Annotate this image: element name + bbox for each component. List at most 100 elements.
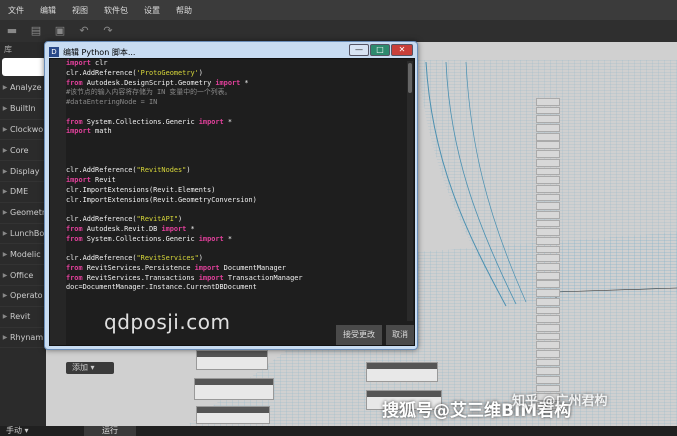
input-node[interactable] (536, 210, 560, 219)
library-category-label: BuiltIn (10, 104, 36, 114)
menu-item[interactable]: 编辑 (40, 5, 56, 16)
menu-item[interactable]: 设置 (144, 5, 160, 16)
library-category-label: Modelic (10, 249, 41, 259)
input-node[interactable] (536, 289, 560, 297)
code-line: 12clr.AddReference("RevitNodes") (66, 166, 404, 176)
maximize-button[interactable]: □ (370, 44, 390, 56)
accept-changes-button[interactable]: 接受更改 (336, 325, 382, 345)
save-icon[interactable]: ▣ (54, 25, 66, 37)
cancel-button[interactable]: 取消 (386, 325, 414, 345)
input-node[interactable] (536, 332, 560, 341)
input-node[interactable] (536, 358, 560, 367)
menu-item[interactable]: 帮助 (176, 5, 192, 16)
library-category[interactable]: ▶ Analyze (0, 78, 46, 99)
redo-icon[interactable]: ↷ (102, 25, 114, 37)
input-node[interactable] (536, 132, 560, 141)
input-node[interactable] (536, 106, 560, 115)
expand-arrow-icon: ▶ (2, 209, 8, 217)
code-token: clr (90, 59, 108, 67)
library-category[interactable]: ▶ Operato (0, 286, 46, 307)
code-line: 21clr.AddReference("RevitServices") (66, 254, 404, 264)
library-category[interactable]: ▶ Display (0, 161, 46, 182)
code-token: clr.ImportExtensions(Revit.GeometryConve… (66, 195, 257, 204)
library-category[interactable]: ▶ Clockwo (0, 120, 46, 141)
input-node[interactable] (536, 158, 560, 167)
menu-item[interactable]: 软件包 (104, 5, 128, 16)
library-search-input[interactable] (2, 58, 46, 76)
library-category[interactable]: ▶ Core (0, 140, 46, 162)
input-node[interactable] (536, 349, 560, 358)
input-node[interactable] (536, 376, 560, 384)
input-node[interactable] (536, 115, 560, 124)
code-token: clr.ImportExtensions(Revit.Elements) (66, 185, 216, 194)
code-token: clr.AddReference( (66, 215, 137, 223)
library-category[interactable]: ▶ DME (0, 182, 46, 203)
editor-scrollbar[interactable] (407, 61, 413, 321)
library-category-label: DME (10, 187, 29, 197)
code-editor[interactable]: 1import clr2clr.AddReference('ProtoGeome… (49, 58, 415, 346)
library-category-label: LunchBo (10, 228, 45, 238)
input-node[interactable] (536, 280, 560, 289)
code-token: * (186, 224, 195, 233)
library-category[interactable]: ▶ Office (0, 265, 46, 286)
library-category[interactable]: ▶ BuiltIn (0, 99, 46, 120)
library-category[interactable]: ▶ Rhynam (0, 328, 46, 349)
graph-node[interactable] (196, 406, 270, 424)
code-token: math (90, 127, 112, 136)
graph-node[interactable] (194, 378, 274, 400)
input-node[interactable] (536, 297, 560, 306)
library-category[interactable]: ▶ Geometr (0, 203, 46, 224)
input-node[interactable] (536, 150, 560, 158)
code-token: ) (186, 166, 191, 175)
menu-item[interactable]: 视图 (72, 5, 88, 16)
input-node[interactable] (536, 228, 560, 237)
input-node[interactable] (536, 237, 560, 245)
input-node[interactable] (536, 271, 560, 280)
new-file-icon[interactable]: ▬ (6, 25, 18, 37)
input-node[interactable] (536, 124, 560, 132)
input-node[interactable] (536, 202, 560, 211)
code-line: 11 (66, 157, 404, 167)
library-category[interactable]: ▶ Revit (0, 307, 46, 328)
input-node[interactable] (536, 263, 560, 271)
code-line: 20 (66, 244, 404, 254)
code-area[interactable]: 1import clr2clr.AddReference('ProtoGeome… (66, 59, 404, 323)
input-node[interactable] (536, 176, 560, 184)
input-node[interactable] (536, 184, 560, 193)
run-mode-select[interactable]: 手动 ▾ (2, 426, 72, 436)
input-node[interactable] (536, 315, 560, 323)
input-node[interactable] (536, 245, 560, 254)
run-button[interactable]: 运行 (84, 426, 136, 436)
input-node[interactable] (536, 323, 560, 332)
add-button[interactable]: 添加 ▾ (66, 362, 114, 374)
undo-icon[interactable]: ↶ (78, 25, 90, 37)
library-category[interactable]: ▶ LunchBo (0, 224, 46, 245)
code-line: 6 (66, 108, 404, 118)
input-node[interactable] (536, 167, 560, 176)
graph-node[interactable] (196, 350, 268, 370)
library-category-label: Analyze (10, 83, 42, 93)
code-token: import (66, 176, 91, 184)
code-line: 15clr.ImportExtensions(Revit.GeometryCon… (66, 196, 404, 206)
open-file-icon[interactable]: ▤ (30, 25, 42, 37)
library-category-label: Office (10, 270, 34, 280)
input-node[interactable] (536, 193, 560, 202)
library-category[interactable]: ▶ Modelic (0, 244, 46, 266)
input-node[interactable] (536, 341, 560, 350)
menu-item[interactable]: 文件 (8, 5, 24, 16)
dynamo-logo-icon: D (49, 47, 59, 57)
scrollbar-thumb[interactable] (408, 63, 412, 93)
input-node[interactable] (536, 306, 560, 315)
input-node[interactable] (536, 254, 560, 263)
code-token: Autodesk.DesignScript.Geometry (82, 78, 216, 87)
code-token: ) (198, 254, 203, 262)
code-token: #dataEnteringNode = IN (66, 98, 158, 106)
input-node[interactable] (536, 141, 560, 150)
close-button[interactable]: ✕ (391, 44, 413, 56)
minimize-button[interactable]: — (349, 44, 369, 56)
input-node[interactable] (536, 219, 560, 228)
code-line: 24doc=DocumentManager.Instance.CurrentDB… (66, 283, 404, 293)
input-node[interactable] (536, 98, 560, 106)
input-node[interactable] (536, 367, 560, 376)
graph-node[interactable] (366, 362, 438, 382)
